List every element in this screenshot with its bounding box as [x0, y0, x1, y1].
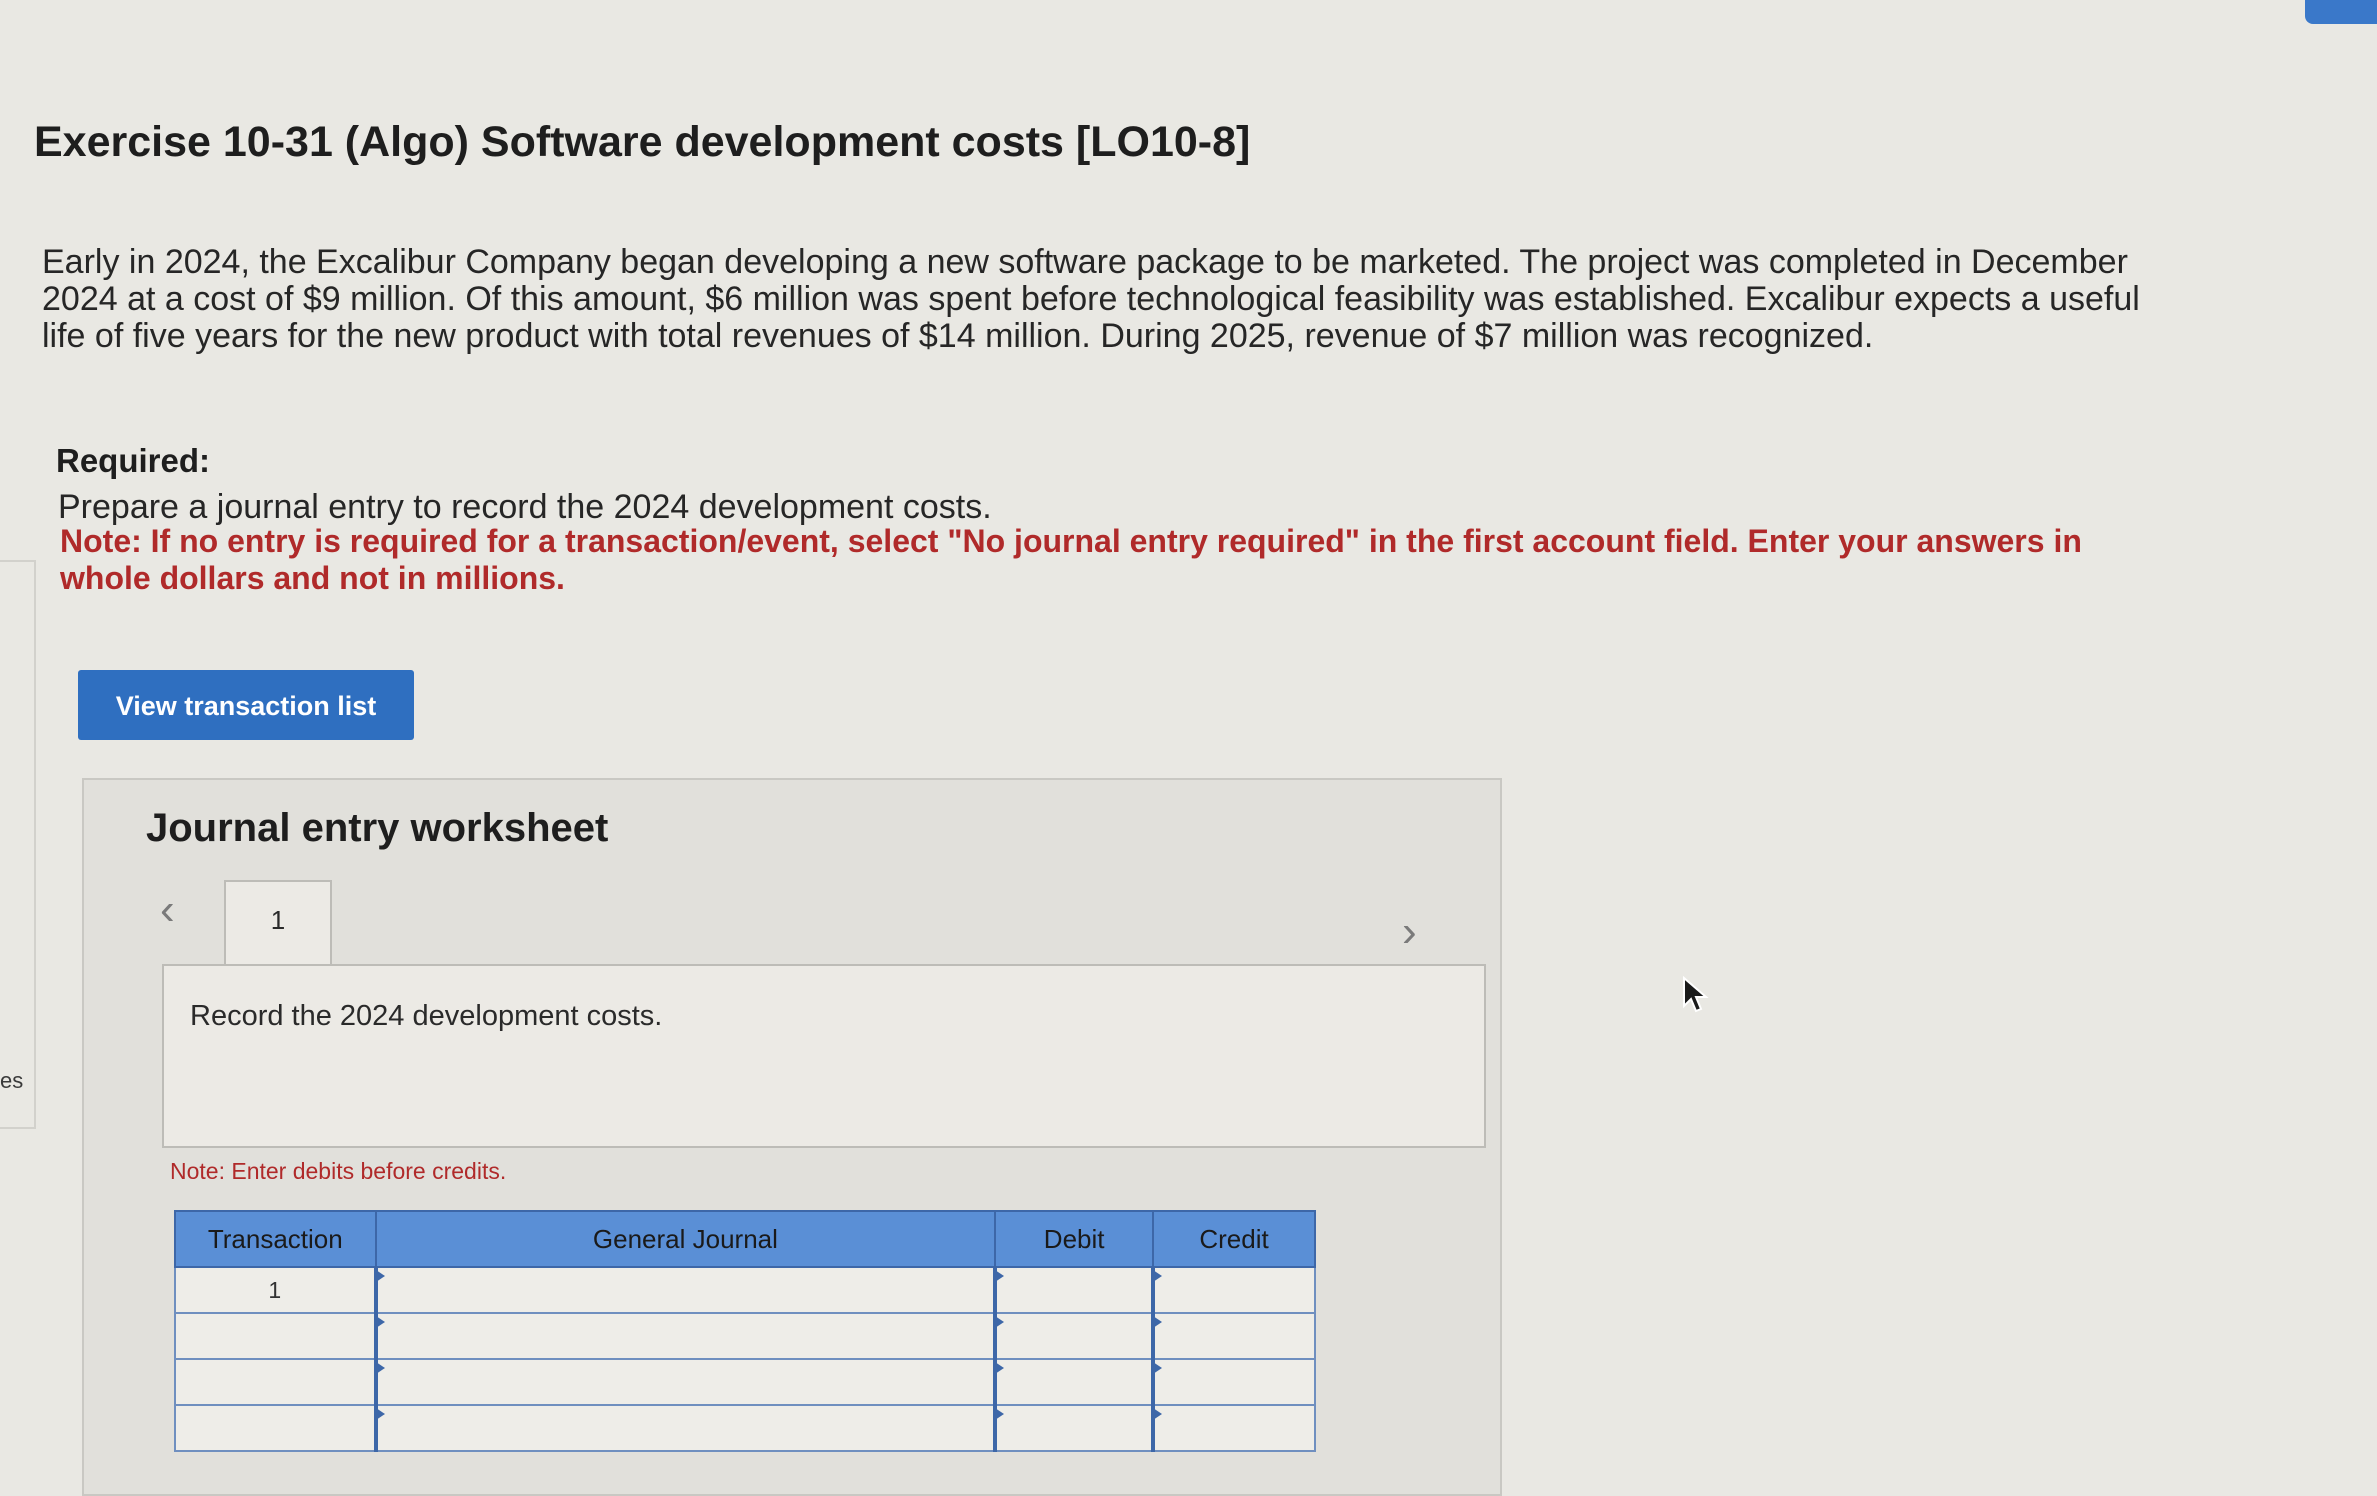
debit-field[interactable]: [993, 1404, 1155, 1452]
record-description-box: [162, 964, 1486, 1148]
required-instruction: Prepare a journal entry to record the 20…: [58, 488, 992, 526]
column-header-debit: Debit: [994, 1210, 1155, 1268]
debit-field[interactable]: [993, 1266, 1155, 1314]
table-row: [174, 1404, 1316, 1452]
view-transaction-list-button[interactable]: View transaction list: [78, 670, 414, 740]
worksheet-title: Journal entry worksheet: [146, 806, 609, 850]
chevron-left-icon[interactable]: ‹: [160, 888, 175, 932]
journal-table: Transaction General Journal Debit Credit…: [174, 1210, 1316, 1452]
table-row: [174, 1312, 1316, 1360]
credit-field[interactable]: [1151, 1266, 1316, 1314]
debit-field[interactable]: [993, 1358, 1155, 1406]
record-instruction: Record the 2024 development costs.: [190, 1000, 663, 1032]
column-header-transaction: Transaction: [174, 1210, 377, 1268]
transaction-cell: [174, 1358, 377, 1406]
credit-field[interactable]: [1151, 1358, 1316, 1406]
debits-note: Note: Enter debits before credits.: [170, 1158, 507, 1184]
transaction-cell: 1: [174, 1266, 377, 1314]
problem-statement: Early in 2024, the Excalibur Company beg…: [42, 243, 2140, 355]
account-field[interactable]: [373, 1266, 997, 1314]
entry-note: Note: If no entry is required for a tran…: [60, 523, 2082, 596]
tab-transaction-1[interactable]: 1: [224, 880, 332, 968]
exercise-title: Exercise 10-31 (Algo) Software developme…: [34, 118, 1251, 166]
column-header-general-journal: General Journal: [374, 1210, 997, 1268]
account-field[interactable]: [373, 1358, 997, 1406]
transaction-cell: [174, 1312, 377, 1360]
column-header-credit: Credit: [1152, 1210, 1316, 1268]
table-row: 1: [174, 1266, 1316, 1314]
left-panel-edge: [0, 560, 36, 1129]
account-field[interactable]: [373, 1312, 997, 1360]
corner-tab[interactable]: [2305, 0, 2377, 24]
credit-field[interactable]: [1151, 1404, 1316, 1452]
debit-field[interactable]: [993, 1312, 1155, 1360]
credit-field[interactable]: [1151, 1312, 1316, 1360]
account-field[interactable]: [373, 1404, 997, 1452]
transaction-cell: [174, 1404, 377, 1452]
journal-entry-worksheet: Journal entry worksheet ‹ 1 › Record the…: [82, 778, 1502, 1496]
left-panel-label: es: [0, 1068, 24, 1093]
chevron-right-icon[interactable]: ›: [1402, 910, 1417, 954]
mouse-cursor-icon: [1683, 976, 1709, 1013]
required-heading: Required:: [56, 442, 211, 479]
table-row: [174, 1358, 1316, 1406]
